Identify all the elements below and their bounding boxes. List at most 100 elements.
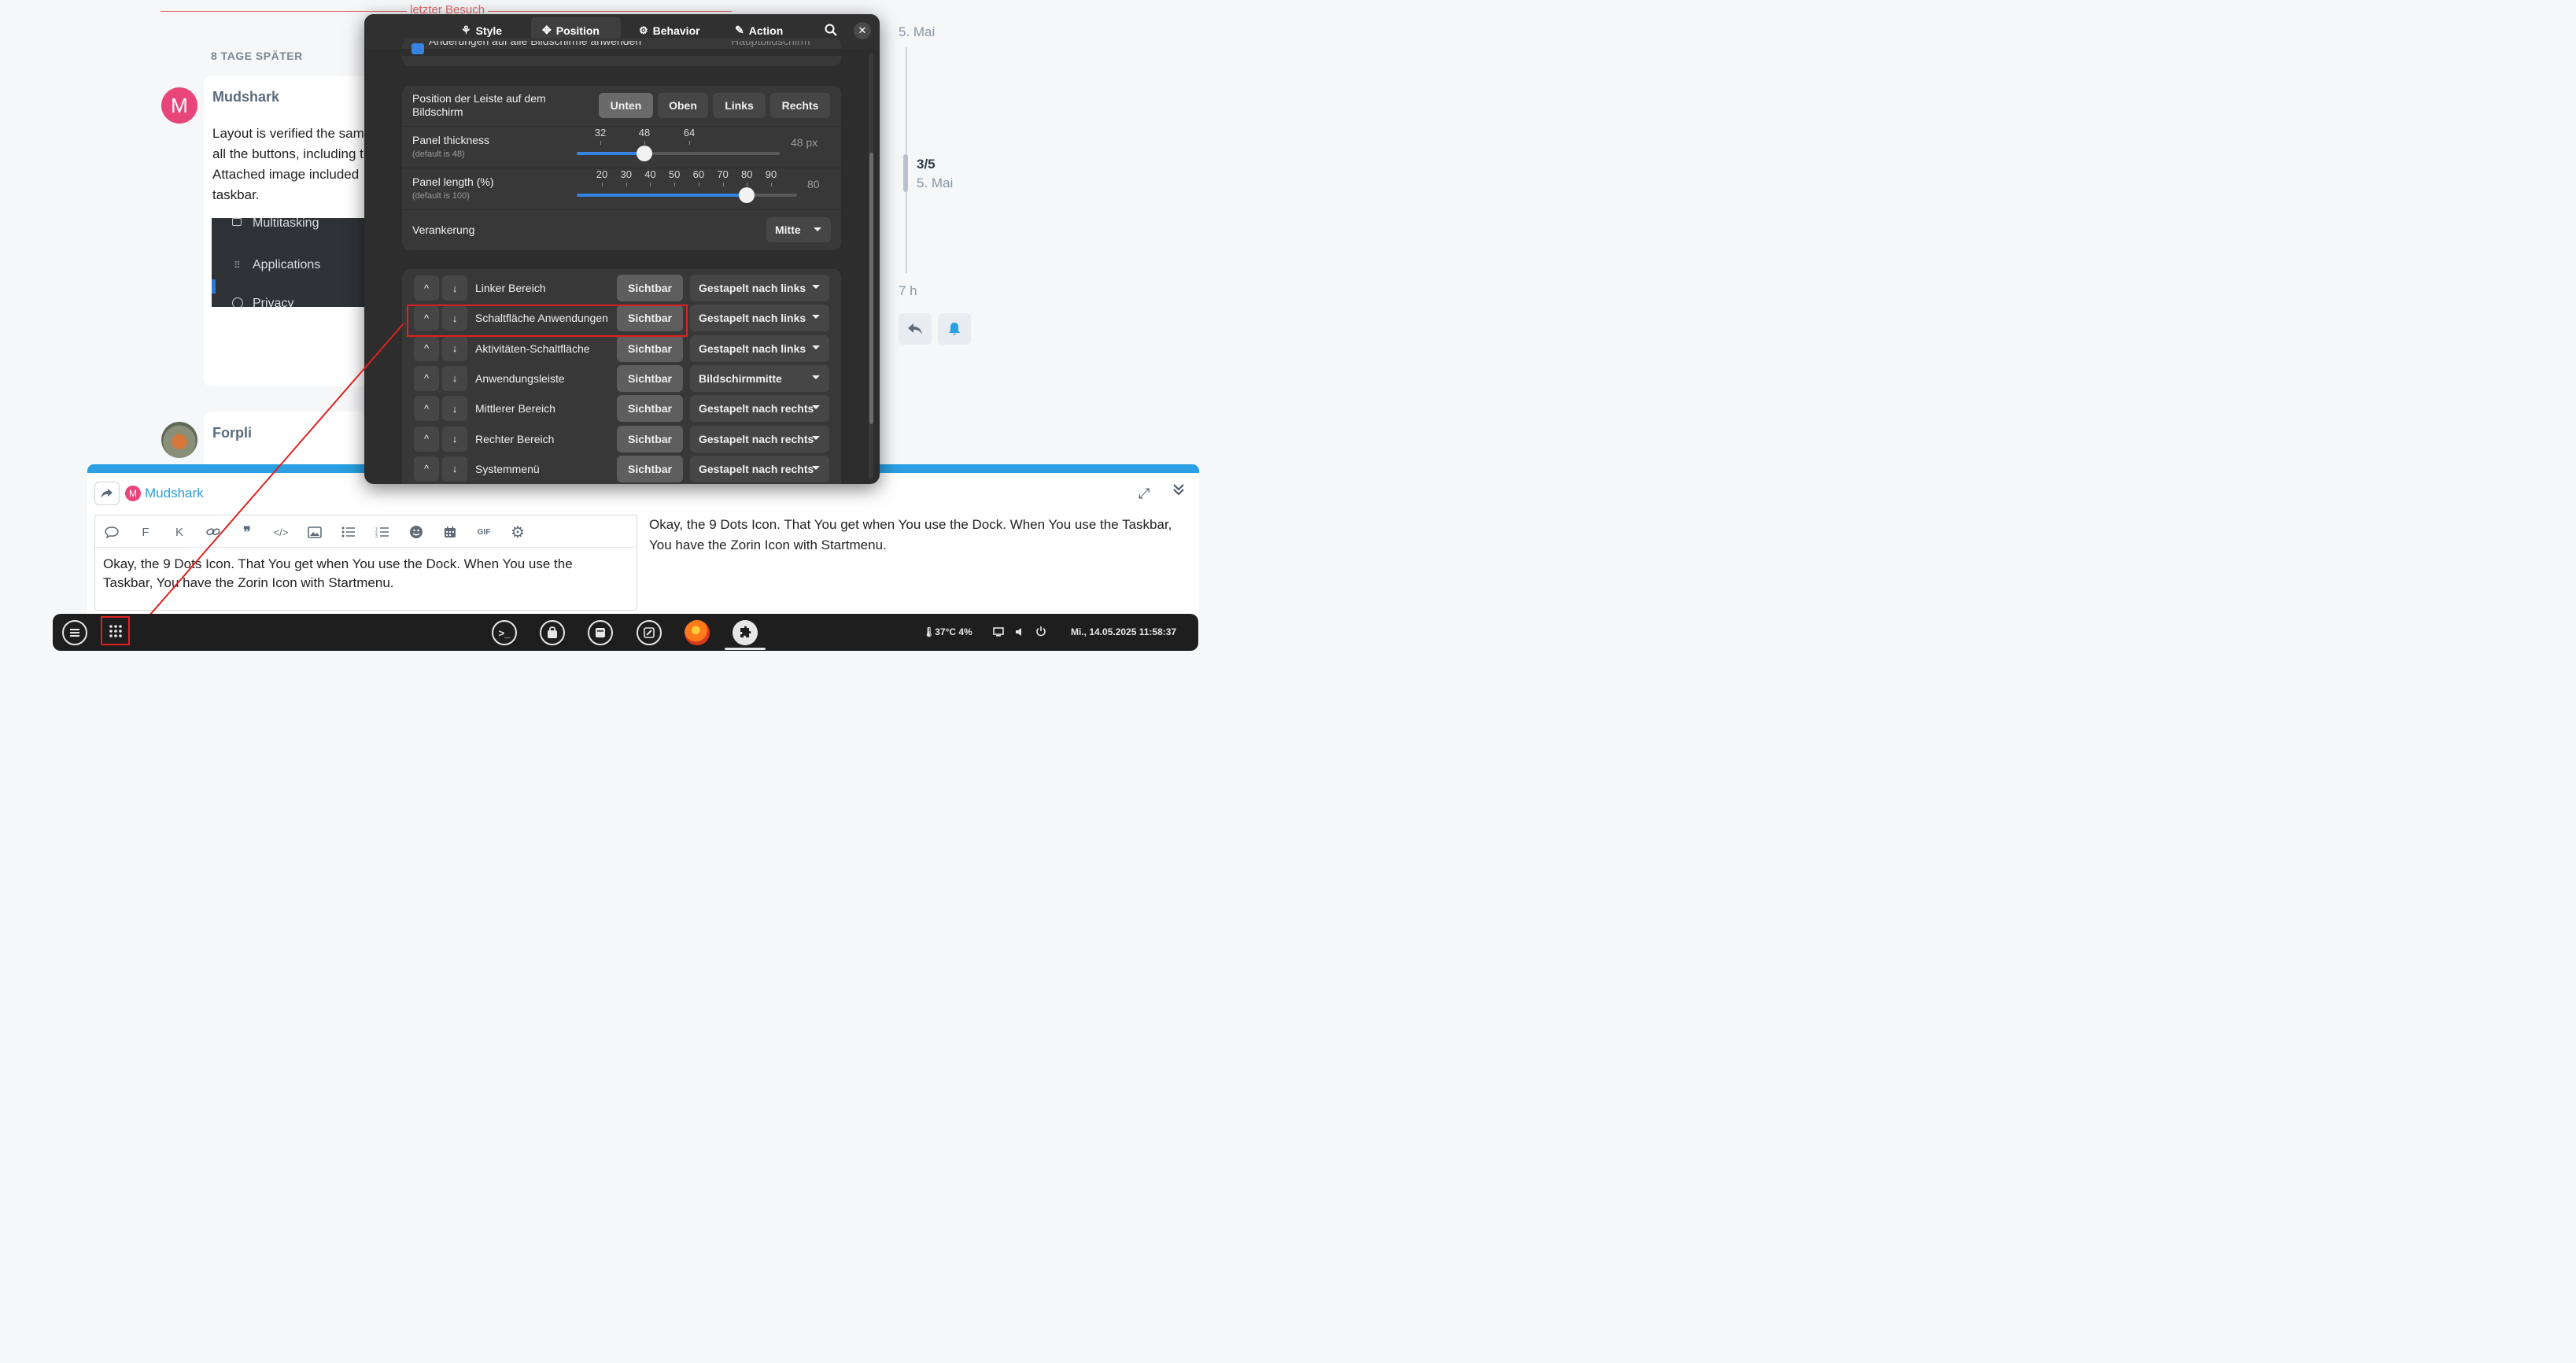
element-position-value: Gestapelt nach rechts [699, 432, 814, 445]
volume-icon[interactable] [1014, 626, 1025, 641]
avatar[interactable]: M [161, 87, 197, 124]
reply-type-button[interactable] [94, 482, 120, 505]
anchor-dropdown[interactable]: Mitte [766, 217, 831, 242]
chevron-down-icon [812, 435, 820, 440]
zorin-menu-icon[interactable] [62, 620, 87, 645]
post-line: taskbar. [212, 187, 260, 202]
move-down-button[interactable]: ↓ [442, 335, 467, 361]
slider-tick [650, 183, 651, 187]
chevron-down-icon [812, 465, 820, 470]
visibility-toggle[interactable]: Sichtbar [617, 425, 683, 452]
clock[interactable]: Mi., 14.05.2025 11:58:37 [1071, 626, 1176, 637]
panel-thickness-value: 48 px [791, 136, 818, 149]
move-up-button[interactable]: ^ [414, 275, 439, 301]
position-right-button[interactable]: Rechts [770, 93, 830, 118]
position-icon: ✥ [542, 24, 552, 36]
move-up-button[interactable]: ^ [414, 335, 439, 361]
position-bottom-button[interactable]: Unten [599, 93, 653, 118]
position-top-button[interactable]: Oben [658, 93, 708, 118]
weather-indicator[interactable]: 🌡︎37°C 4% [923, 626, 972, 637]
panel-element-name: Aktivitäten-Schaltfläche [475, 342, 590, 355]
panel-position-toggle: Unten Oben Links Rechts [599, 93, 832, 118]
chevron-down-icon [812, 405, 820, 410]
move-down-button[interactable]: ↓ [442, 275, 467, 301]
element-position-dropdown[interactable]: Gestapelt nach links [690, 305, 829, 332]
slider-tick-label: 50 [668, 168, 681, 180]
element-position-dropdown[interactable]: Gestapelt nach links [690, 334, 829, 362]
slider-fill [577, 152, 644, 155]
visibility-toggle[interactable]: Sichtbar [617, 395, 683, 423]
move-up-button[interactable]: ^ [414, 456, 439, 482]
position-left-button[interactable]: Links [713, 93, 766, 118]
panel-element-row: ^ ↓ Systemmenü Sichtbar Gestapelt nach recht… [364, 455, 852, 483]
gif-icon[interactable]: GIF [472, 523, 496, 541]
panel-element-row: ^ ↓ Anwendungsleiste Sichtbar Bildschirmmitt… [364, 364, 852, 393]
notifications-button[interactable] [938, 313, 971, 345]
move-down-button[interactable]: ↓ [442, 365, 467, 391]
display-icon[interactable] [993, 626, 1004, 641]
element-position-value: Bildschirmmitte [699, 371, 782, 385]
calendar-icon[interactable] [438, 523, 462, 541]
panel-element-name: Mittlerer Bereich [475, 402, 555, 416]
extensions-icon[interactable] [733, 620, 758, 645]
app-grid-icon[interactable] [101, 616, 130, 645]
element-position-value: Gestapelt nach links [699, 312, 806, 325]
panel-length-default: (default is 100) [412, 191, 470, 201]
slider-tick [602, 183, 603, 187]
slider-tick [674, 183, 676, 187]
post-author[interactable]: Mudshark [212, 89, 279, 105]
firefox-icon[interactable] [685, 620, 710, 645]
slider-tick-label: 60 [692, 168, 705, 180]
timeline-top-date[interactable]: 5. Mai [899, 24, 935, 40]
element-position-dropdown[interactable]: Gestapelt nach rechts [690, 455, 829, 482]
panel-thickness-default: (default is 48) [412, 150, 465, 159]
move-down-button[interactable]: ↓ [442, 426, 467, 452]
visibility-toggle[interactable]: Sichtbar [617, 334, 683, 362]
timeline-scroller[interactable] [903, 154, 908, 192]
slider-tick [644, 141, 645, 145]
panel-thickness-slider[interactable]: 32 48 64 [577, 127, 781, 166]
share-icon [101, 489, 113, 498]
panel-element-name: Rechter Bereich [475, 432, 555, 445]
visibility-toggle[interactable]: Sichtbar [617, 455, 683, 482]
scrollbar-thumb[interactable] [869, 153, 873, 424]
element-position-dropdown[interactable]: Bildschirmmitte [690, 364, 829, 392]
slider-tick [689, 141, 690, 145]
power-icon[interactable] [1035, 626, 1046, 641]
gear-icon[interactable]: ⚙ [506, 523, 530, 541]
quote-icon[interactable] [100, 523, 124, 541]
panel-length-slider[interactable]: 20 30 40 50 60 70 80 90 [577, 168, 797, 208]
text-editor-icon[interactable] [637, 620, 662, 645]
visibility-toggle[interactable]: Sichtbar [617, 364, 683, 392]
reply-button[interactable] [899, 313, 932, 345]
move-down-button[interactable]: ↓ [442, 396, 467, 422]
slider-knob[interactable] [637, 146, 652, 161]
move-up-button[interactable]: ^ [414, 365, 439, 391]
slider-tick [626, 183, 627, 187]
element-position-dropdown[interactable]: Gestapelt nach links [690, 275, 829, 301]
monitor-select[interactable]: Hauptbildschirm [731, 41, 810, 57]
move-up-button[interactable]: ^ [414, 426, 439, 452]
terminal-icon[interactable]: >_ [492, 620, 517, 645]
move-up-button[interactable]: ^ [414, 396, 439, 422]
panel-element-row: ^ ↓ Rechter Bereich Sichtbar Gestapelt nach … [364, 425, 852, 453]
checkbox[interactable] [411, 43, 424, 54]
embed-item: Applications [253, 258, 321, 271]
timeline-position: 3/5 [917, 157, 936, 172]
collapse-icon[interactable] [1172, 482, 1186, 501]
slider-tick-label: 40 [644, 168, 656, 180]
move-down-button[interactable]: ↓ [442, 456, 467, 482]
software-store-icon[interactable] [540, 620, 565, 645]
close-icon[interactable]: ✕ [854, 22, 871, 39]
timeline-bottom-date[interactable]: 7 h [899, 283, 917, 299]
slider-fill [577, 194, 747, 197]
visibility-toggle[interactable]: Sichtbar [617, 275, 683, 301]
element-position-dropdown[interactable]: Gestapelt nach rechts [690, 395, 829, 423]
slider-tick-label: 90 [765, 168, 777, 180]
element-position-dropdown[interactable]: Gestapelt nach rechts [690, 425, 829, 452]
slider-knob[interactable] [739, 187, 755, 203]
files-icon[interactable] [588, 620, 613, 645]
post-image[interactable]: Multitasking ⠿ Applications Privacy [212, 218, 369, 307]
grid-icon: ⠿ [234, 260, 241, 271]
fullscreen-icon[interactable]: ⤢ [1139, 486, 1150, 502]
